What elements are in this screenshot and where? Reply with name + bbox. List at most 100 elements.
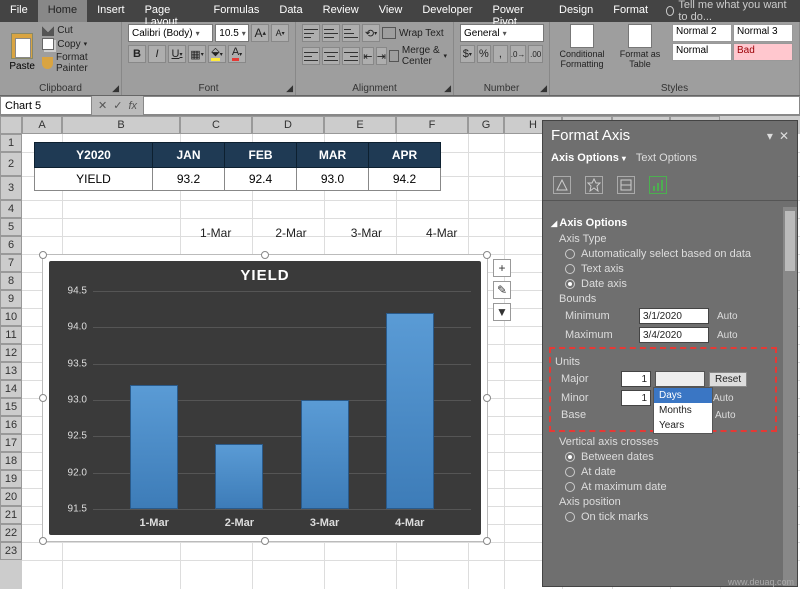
- radio-between-dates[interactable]: Between dates: [565, 451, 775, 463]
- size-props-icon[interactable]: [617, 176, 635, 194]
- chart-handle[interactable]: [483, 394, 491, 402]
- accounting-button[interactable]: $▾: [460, 45, 475, 63]
- col-header-B[interactable]: B: [62, 116, 180, 134]
- tab-file[interactable]: File: [0, 0, 38, 22]
- cell-style-normal3[interactable]: Normal 3: [733, 24, 793, 42]
- row-header-15[interactable]: 15: [0, 398, 22, 416]
- col-header-F[interactable]: F: [396, 116, 468, 134]
- cancel-formula-icon[interactable]: ✕: [98, 99, 107, 112]
- underline-button[interactable]: U▾: [168, 45, 186, 63]
- bounds-min-input[interactable]: [639, 308, 709, 324]
- row-header-8[interactable]: 8: [0, 272, 22, 290]
- italic-button[interactable]: I: [148, 45, 166, 63]
- increase-decimal-button[interactable]: .0→: [510, 45, 527, 63]
- radio-date-axis[interactable]: Date axis: [565, 278, 775, 290]
- fill-line-icon[interactable]: [553, 176, 571, 194]
- fill-color-button[interactable]: ⬙▾: [208, 45, 226, 63]
- row-header-20[interactable]: 20: [0, 488, 22, 506]
- row-header-4[interactable]: 4: [0, 200, 22, 218]
- chart-title[interactable]: YIELD: [49, 261, 481, 286]
- pane-tab-axis-options[interactable]: Axis Options ▾: [551, 152, 626, 164]
- tab-insert[interactable]: Insert: [87, 0, 135, 22]
- col-header-G[interactable]: G: [468, 116, 504, 134]
- row-header-13[interactable]: 13: [0, 362, 22, 380]
- chart-handle[interactable]: [483, 251, 491, 259]
- number-launcher-icon[interactable]: ◢: [540, 83, 547, 94]
- row-header-11[interactable]: 11: [0, 326, 22, 344]
- radio-on-tick-marks[interactable]: On tick marks: [565, 511, 775, 523]
- chart-elements-button[interactable]: +: [493, 259, 511, 277]
- row-header-9[interactable]: 9: [0, 290, 22, 308]
- row-header-19[interactable]: 19: [0, 470, 22, 488]
- radio-text-axis[interactable]: Text axis: [565, 263, 775, 275]
- comma-button[interactable]: ,: [493, 45, 508, 63]
- bold-button[interactable]: B: [128, 45, 146, 63]
- units-major-reset[interactable]: Reset: [709, 372, 747, 387]
- row-header-2[interactable]: 2: [0, 152, 22, 176]
- font-launcher-icon[interactable]: ◢: [286, 83, 293, 94]
- row-header-7[interactable]: 7: [0, 254, 22, 272]
- chart-y-axis[interactable]: 91.592.092.593.093.594.094.5: [49, 291, 91, 509]
- bar-2-Mar[interactable]: [215, 444, 263, 509]
- row-header-21[interactable]: 21: [0, 506, 22, 524]
- percent-button[interactable]: %: [477, 45, 492, 63]
- section-axis-options[interactable]: Axis Options: [551, 217, 775, 229]
- row-header-23[interactable]: 23: [0, 542, 22, 560]
- chart-handle[interactable]: [39, 251, 47, 259]
- row-header-12[interactable]: 12: [0, 344, 22, 362]
- units-minor-auto[interactable]: Auto: [713, 393, 734, 404]
- cell-style-bad[interactable]: Bad: [733, 43, 793, 61]
- units-major-input[interactable]: [621, 371, 651, 387]
- bounds-max-input[interactable]: [639, 327, 709, 343]
- tab-review[interactable]: Review: [313, 0, 369, 22]
- radio-at-max-date[interactable]: At maximum date: [565, 481, 775, 493]
- alignment-launcher-icon[interactable]: ◢: [444, 83, 451, 94]
- name-box[interactable]: [0, 96, 92, 115]
- merge-center-button[interactable]: Merge & Center▾: [389, 45, 447, 67]
- chart-styles-button[interactable]: ✎: [493, 281, 511, 299]
- row-header-6[interactable]: 6: [0, 236, 22, 254]
- chart-handle[interactable]: [261, 537, 269, 545]
- row-header-17[interactable]: 17: [0, 434, 22, 452]
- chart-handle[interactable]: [39, 394, 47, 402]
- increase-indent-button[interactable]: ⇥: [376, 47, 388, 65]
- pane-close-icon[interactable]: ✕: [779, 129, 789, 143]
- orientation-button[interactable]: ⟲▾: [362, 24, 380, 42]
- row-header-3[interactable]: 3: [0, 176, 22, 200]
- col-header-C[interactable]: C: [180, 116, 252, 134]
- chart-filters-button[interactable]: ▼: [493, 303, 511, 321]
- row-header-22[interactable]: 22: [0, 524, 22, 542]
- font-color-button[interactable]: A▾: [228, 45, 246, 63]
- decrease-indent-button[interactable]: ⇤: [362, 47, 374, 65]
- align-middle-button[interactable]: [322, 24, 340, 42]
- tab-formulas[interactable]: Formulas: [204, 0, 270, 22]
- increase-font-button[interactable]: A▴: [251, 24, 269, 42]
- bar-4-Mar[interactable]: [386, 313, 434, 509]
- align-bottom-button[interactable]: [342, 24, 360, 42]
- tab-view[interactable]: View: [369, 0, 413, 22]
- units-minor-input[interactable]: [621, 390, 651, 406]
- format-painter-button[interactable]: Format Painter: [42, 52, 115, 74]
- row-header-18[interactable]: 18: [0, 452, 22, 470]
- align-right-button[interactable]: [342, 47, 360, 65]
- units-base-auto[interactable]: Auto: [715, 410, 736, 421]
- tab-design[interactable]: Design: [549, 0, 603, 22]
- align-top-button[interactable]: [302, 24, 320, 42]
- row-header-5[interactable]: 5: [0, 218, 22, 236]
- border-button[interactable]: ▦▾: [188, 45, 206, 63]
- font-size-combo[interactable]: 10.5▾: [215, 24, 249, 42]
- axis-options-icon[interactable]: [649, 176, 667, 194]
- row-header-14[interactable]: 14: [0, 380, 22, 398]
- bar-3-Mar[interactable]: [301, 400, 349, 509]
- td-yield-label[interactable]: YIELD: [35, 168, 153, 191]
- effects-icon[interactable]: [585, 176, 603, 194]
- tab-home[interactable]: Home: [38, 0, 87, 22]
- chart-handle[interactable]: [483, 537, 491, 545]
- tab-power-pivot[interactable]: Power Pivot: [483, 0, 550, 22]
- td-jan[interactable]: 93.2: [153, 168, 225, 191]
- format-as-table-button[interactable]: Format as Table: [614, 24, 666, 69]
- select-all-corner[interactable]: [0, 116, 22, 134]
- row-header-16[interactable]: 16: [0, 416, 22, 434]
- tab-data[interactable]: Data: [269, 0, 312, 22]
- dd-option-days[interactable]: Days: [654, 388, 712, 403]
